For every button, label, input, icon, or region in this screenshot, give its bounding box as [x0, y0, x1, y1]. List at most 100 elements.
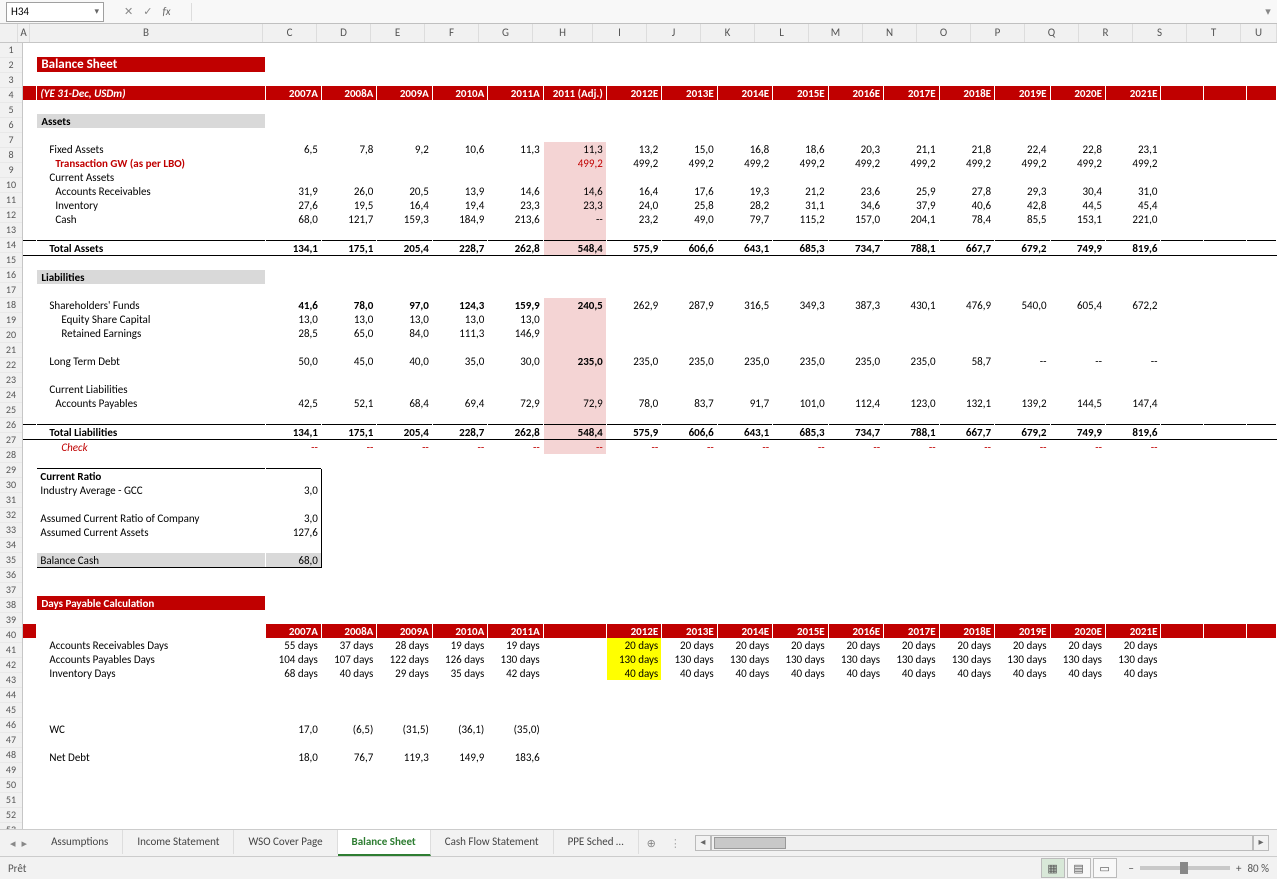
- accept-icon[interactable]: ✓: [143, 5, 152, 18]
- col-header-G[interactable]: G: [479, 24, 533, 42]
- scroll-left-icon[interactable]: ◂: [695, 835, 711, 851]
- col-header-P[interactable]: P: [971, 24, 1025, 42]
- row-header[interactable]: 4: [0, 88, 22, 103]
- row-header[interactable]: 27: [0, 433, 22, 448]
- row-header[interactable]: 15: [0, 253, 22, 268]
- row-header[interactable]: 7: [0, 133, 22, 148]
- row-header[interactable]: 30: [0, 478, 22, 493]
- row-header[interactable]: 37: [0, 583, 22, 598]
- row-header[interactable]: 14: [0, 238, 22, 253]
- row-header[interactable]: 51: [0, 793, 22, 808]
- row-header[interactable]: 10: [0, 178, 22, 193]
- row-header[interactable]: 18: [0, 298, 22, 313]
- row-header[interactable]: 12: [0, 208, 22, 223]
- row-header[interactable]: 32: [0, 508, 22, 523]
- formula-input[interactable]: [191, 3, 1259, 21]
- row-header[interactable]: 41: [0, 643, 22, 658]
- cells[interactable]: Balance Sheet(YE 31-Dec, USDm)2007A2008A…: [23, 43, 1277, 829]
- zoom-in-icon[interactable]: +: [1236, 862, 1241, 875]
- scroll-track[interactable]: [711, 835, 1253, 851]
- col-header-F[interactable]: F: [425, 24, 479, 42]
- row-header[interactable]: 39: [0, 613, 22, 628]
- row-header[interactable]: 19: [0, 313, 22, 328]
- col-header-D[interactable]: D: [317, 24, 371, 42]
- row-header[interactable]: 24: [0, 388, 22, 403]
- formula-expand-icon[interactable]: ▾: [1259, 5, 1277, 18]
- row-header[interactable]: 6: [0, 118, 22, 133]
- cancel-icon[interactable]: ✕: [124, 5, 133, 18]
- row-header[interactable]: 28: [0, 448, 22, 463]
- row-header[interactable]: 43: [0, 673, 22, 688]
- zoom-track[interactable]: [1140, 866, 1230, 870]
- col-header-A[interactable]: A: [18, 24, 30, 42]
- row-header[interactable]: 49: [0, 763, 22, 778]
- row-header[interactable]: 2: [0, 58, 22, 73]
- sheet-tab[interactable]: Cash Flow Statement: [431, 830, 554, 854]
- row-header[interactable]: 48: [0, 748, 22, 763]
- col-header-O[interactable]: O: [917, 24, 971, 42]
- row-header[interactable]: 25: [0, 403, 22, 418]
- sheet-tab[interactable]: PPE Sched …: [554, 830, 639, 854]
- row-header[interactable]: 50: [0, 778, 22, 793]
- row-header[interactable]: 16: [0, 268, 22, 283]
- row-header[interactable]: 31: [0, 493, 22, 508]
- zoom-handle[interactable]: [1180, 862, 1188, 874]
- col-header-I[interactable]: I: [593, 24, 647, 42]
- col-header-S[interactable]: S: [1133, 24, 1187, 42]
- grid-body[interactable]: 1234567891011121314151617181920212223242…: [0, 43, 1277, 829]
- row-header[interactable]: 35: [0, 553, 22, 568]
- row-header[interactable]: 36: [0, 568, 22, 583]
- row-header[interactable]: 45: [0, 703, 22, 718]
- zoom-out-icon[interactable]: −: [1129, 862, 1134, 875]
- row-header[interactable]: 46: [0, 718, 22, 733]
- col-header-N[interactable]: N: [863, 24, 917, 42]
- row-header[interactable]: 17: [0, 283, 22, 298]
- row-header[interactable]: 52: [0, 808, 22, 823]
- select-all-corner[interactable]: [0, 24, 18, 42]
- sheet-tab[interactable]: WSO Cover Page: [234, 830, 337, 854]
- col-header-H[interactable]: H: [533, 24, 593, 42]
- row-header[interactable]: 47: [0, 733, 22, 748]
- row-header[interactable]: 11: [0, 193, 22, 208]
- view-normal-icon[interactable]: ▦: [1041, 858, 1065, 878]
- tab-next-icon[interactable]: ▸: [22, 837, 28, 850]
- row-header[interactable]: 13: [0, 223, 22, 238]
- view-page-break-icon[interactable]: ▭: [1093, 858, 1117, 878]
- col-header-M[interactable]: M: [809, 24, 863, 42]
- row-header[interactable]: 20: [0, 328, 22, 343]
- add-sheet-button[interactable]: ⊕: [639, 837, 664, 850]
- col-header-J[interactable]: J: [647, 24, 701, 42]
- row-header[interactable]: 44: [0, 688, 22, 703]
- row-header[interactable]: 42: [0, 658, 22, 673]
- col-header-C[interactable]: C: [263, 24, 317, 42]
- row-header[interactable]: 33: [0, 523, 22, 538]
- col-header-B[interactable]: B: [30, 24, 263, 42]
- row-header[interactable]: 23: [0, 373, 22, 388]
- row-header[interactable]: 8: [0, 148, 22, 163]
- col-header-E[interactable]: E: [371, 24, 425, 42]
- name-box[interactable]: H34 ▾: [6, 2, 104, 22]
- row-header[interactable]: 40: [0, 628, 22, 643]
- scroll-right-icon[interactable]: ▸: [1253, 835, 1269, 851]
- sheet-tab[interactable]: Balance Sheet: [338, 830, 431, 856]
- row-header[interactable]: 26: [0, 418, 22, 433]
- col-header-T[interactable]: T: [1187, 24, 1241, 42]
- tab-first-icon[interactable]: ◂: [10, 837, 16, 850]
- row-header[interactable]: 21: [0, 343, 22, 358]
- row-header[interactable]: 38: [0, 598, 22, 613]
- scroll-thumb[interactable]: [714, 837, 786, 849]
- col-header-L[interactable]: L: [755, 24, 809, 42]
- col-header-Q[interactable]: Q: [1025, 24, 1079, 42]
- row-header[interactable]: 3: [0, 73, 22, 88]
- view-page-layout-icon[interactable]: ▤: [1067, 858, 1091, 878]
- sheet-tab[interactable]: Assumptions: [37, 830, 123, 854]
- horizontal-scrollbar[interactable]: ◂ ▸: [687, 835, 1277, 851]
- row-header[interactable]: 5: [0, 103, 22, 118]
- row-header[interactable]: 1: [0, 43, 22, 58]
- zoom-control[interactable]: − + 80 %: [1129, 862, 1269, 875]
- col-header-R[interactable]: R: [1079, 24, 1133, 42]
- col-header-K[interactable]: K: [701, 24, 755, 42]
- row-header[interactable]: 29: [0, 463, 22, 478]
- fx-icon[interactable]: fx: [162, 5, 176, 18]
- col-header-U[interactable]: U: [1241, 24, 1277, 42]
